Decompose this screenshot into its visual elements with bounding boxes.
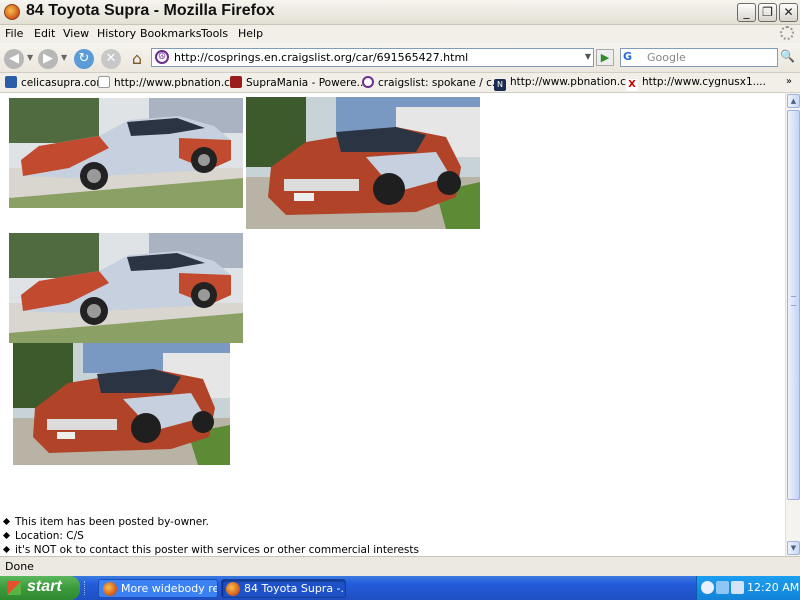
back-icon[interactable]: ◀ — [4, 49, 24, 69]
url-text[interactable]: http://cosprings.en.craigslist.org/car/6… — [174, 51, 468, 64]
bookmark-favicon-icon: N — [494, 79, 506, 91]
car-photo[interactable] — [246, 97, 480, 229]
volume-icon[interactable] — [731, 581, 744, 594]
menu-bar: File Edit View History Bookmarks Tools H… — [0, 25, 800, 43]
forward-icon[interactable]: ▶ — [38, 49, 58, 69]
search-magnifier-icon[interactable]: 🔍 — [779, 49, 796, 66]
bookmark-item[interactable]: Xhttp://www.cygnusx1.... — [626, 76, 766, 91]
list-item: it's NOT ok to contact this poster with … — [4, 543, 419, 556]
bookmark-favicon-icon — [230, 76, 242, 88]
firefox-icon — [4, 4, 20, 20]
windows-flag-icon — [7, 581, 21, 595]
listing-details-list: This item has been posted by-owner. Loca… — [4, 515, 419, 556]
bookmarks-overflow-icon[interactable]: » — [786, 76, 792, 87]
scroll-up-icon[interactable]: ▲ — [787, 94, 800, 108]
list-item: Location: C/S — [4, 529, 419, 543]
menu-history[interactable]: History — [97, 27, 136, 40]
network-icon[interactable] — [716, 581, 729, 594]
quick-launch-divider — [84, 581, 96, 595]
start-button[interactable]: start — [0, 576, 80, 600]
craigslist-peace-icon — [362, 76, 374, 88]
firefox-icon — [226, 582, 240, 596]
bookmark-favicon-icon — [5, 76, 17, 88]
tray-arrow-icon[interactable] — [701, 581, 714, 594]
car-photo[interactable] — [9, 98, 243, 208]
system-tray: 12:20 AM — [696, 576, 800, 600]
search-box[interactable]: G Google — [620, 48, 778, 67]
window-titlebar: 84 Toyota Supra - Mozilla Firefox _ ❐ ✕ — [0, 0, 800, 25]
throbber-icon — [780, 26, 794, 40]
menu-tools[interactable]: Tools — [201, 27, 228, 40]
forward-dropdown-icon[interactable]: ▼ — [61, 53, 67, 62]
bookmarks-toolbar: celicasupra.com http://www.pbnation.c...… — [0, 73, 800, 93]
menu-edit[interactable]: Edit — [34, 27, 55, 40]
taskbar: start More widebody re... 84 Toyota Supr… — [0, 576, 800, 600]
close-button[interactable]: ✕ — [779, 3, 798, 22]
taskbar-item-active[interactable]: 84 Toyota Supra -... — [221, 579, 346, 598]
clock[interactable]: 12:20 AM — [747, 581, 799, 594]
stop-icon[interactable]: ✕ — [101, 49, 121, 69]
bookmark-item[interactable]: http://www.pbnation.c... — [98, 76, 240, 89]
back-dropdown-icon[interactable]: ▼ — [27, 53, 33, 62]
url-history-dropdown-icon[interactable]: ▼ — [585, 52, 591, 61]
window-title: 84 Toyota Supra - Mozilla Firefox — [26, 2, 275, 19]
google-engine-icon[interactable]: G — [623, 50, 645, 65]
firefox-icon — [103, 582, 117, 596]
menu-bookmarks[interactable]: Bookmarks — [140, 27, 201, 40]
car-photo[interactable] — [9, 233, 243, 343]
scroll-down-icon[interactable]: ▼ — [787, 541, 800, 555]
bookmark-item[interactable]: Nhttp://www.pbnation.c... — [494, 76, 636, 91]
car-photo[interactable] — [13, 343, 230, 465]
craigslist-peace-icon: ☮ — [155, 50, 169, 64]
home-icon[interactable]: ⌂ — [127, 49, 147, 69]
taskbar-item[interactable]: More widebody re... — [98, 579, 218, 598]
bookmark-item[interactable]: craigslist: spokane / c... — [362, 76, 502, 89]
menu-help[interactable]: Help — [238, 27, 263, 40]
bookmark-favicon-icon: X — [626, 79, 638, 91]
menu-file[interactable]: File — [5, 27, 23, 40]
bookmark-item[interactable]: SupraMania - Powere... — [230, 76, 367, 89]
page-icon — [98, 76, 110, 88]
search-placeholder[interactable]: Google — [647, 51, 686, 64]
status-bar: Done — [0, 556, 800, 576]
go-button[interactable]: ▶ — [596, 49, 614, 66]
list-item: This item has been posted by-owner. — [4, 515, 419, 529]
vertical-scrollbar[interactable]: ▲ ▼ — [785, 93, 800, 556]
url-bar[interactable]: ☮ http://cosprings.en.craigslist.org/car… — [151, 48, 594, 67]
maximize-button[interactable]: ❐ — [758, 3, 777, 22]
status-text: Done — [5, 560, 34, 573]
page-content: This item has been posted by-owner. Loca… — [0, 93, 785, 556]
menu-view[interactable]: View — [63, 27, 89, 40]
reload-icon[interactable]: ↻ — [74, 49, 94, 69]
bookmark-item[interactable]: celicasupra.com — [5, 76, 107, 89]
scrollbar-thumb[interactable] — [787, 110, 800, 500]
start-label: start — [27, 578, 62, 595]
minimize-button[interactable]: _ — [737, 3, 756, 22]
